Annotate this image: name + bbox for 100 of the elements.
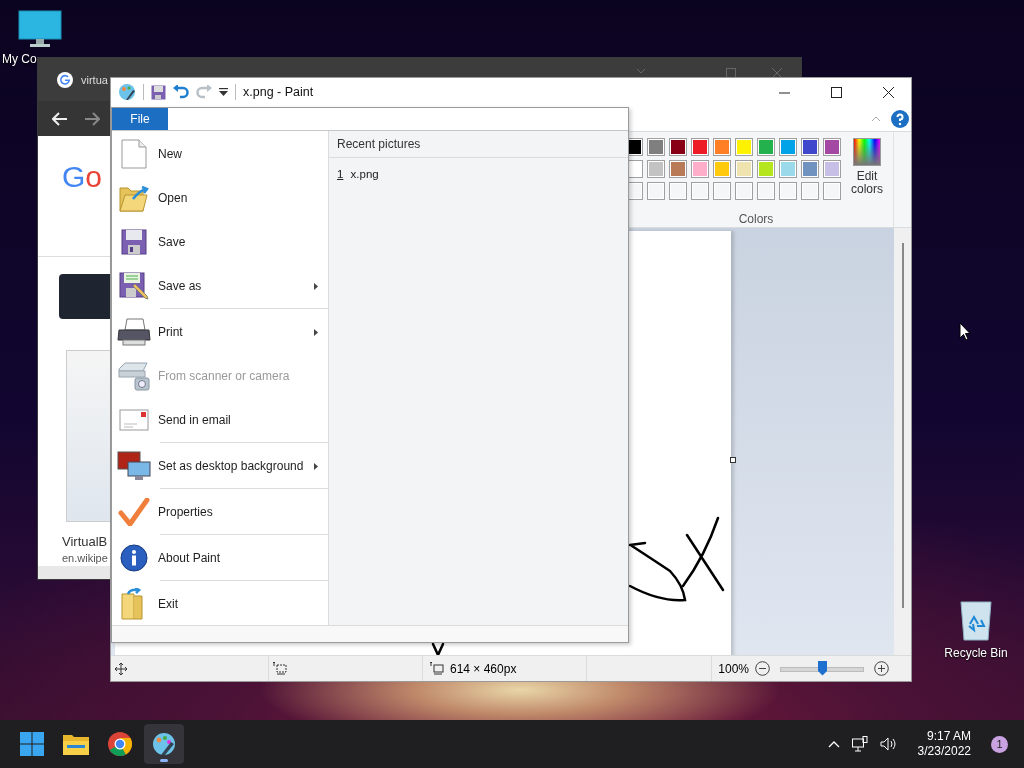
scanner-camera-icon — [117, 361, 151, 391]
mouse-cursor-icon — [959, 322, 971, 341]
resize-handle[interactable] — [730, 457, 736, 463]
menu-item[interactable]: New — [112, 132, 328, 176]
google-icon — [56, 70, 74, 89]
help-icon[interactable] — [891, 109, 909, 128]
monitor-icon[interactable] — [18, 10, 62, 48]
zoom-percentage: 100% — [718, 661, 749, 676]
menu-item-label: Send in email — [158, 413, 231, 427]
empty-color-slot[interactable] — [779, 182, 797, 200]
folder-icon — [63, 733, 89, 755]
color-swatch[interactable] — [757, 160, 775, 178]
menu-item-label: From scanner or camera — [158, 369, 290, 383]
chevron-up-icon[interactable] — [827, 740, 840, 748]
recycle-bin-icon[interactable] — [957, 598, 995, 642]
clock-time[interactable]: 9:17 AM — [926, 729, 971, 744]
undo-icon[interactable] — [173, 84, 189, 100]
zoom-in-icon[interactable] — [874, 661, 889, 676]
submenu-arrow-icon — [314, 283, 318, 290]
paint-palette-icon — [152, 732, 176, 756]
submenu-arrow-icon — [314, 329, 318, 336]
menu-item-label: New — [158, 147, 182, 161]
color-swatch[interactable] — [691, 138, 709, 156]
dropdown-arrow-icon[interactable] — [219, 88, 228, 96]
color-swatch[interactable] — [669, 160, 687, 178]
monitors-icon — [117, 451, 151, 481]
save-icon[interactable] — [151, 84, 166, 100]
color-swatch[interactable] — [735, 138, 753, 156]
image-size-icon — [430, 662, 444, 675]
menu-item[interactable]: Properties — [112, 490, 328, 534]
color-swatch[interactable] — [735, 160, 753, 178]
zoom-out-icon[interactable] — [755, 661, 770, 676]
close-icon[interactable] — [883, 86, 894, 98]
color-swatch[interactable] — [779, 160, 797, 178]
group-label: Colors — [738, 212, 774, 226]
empty-color-slot[interactable] — [691, 182, 709, 200]
result-title[interactable]: VirtualB — [62, 534, 108, 549]
forward-arrow-icon[interactable] — [84, 111, 100, 126]
menu-item[interactable]: Print — [112, 310, 328, 354]
tab-title[interactable]: virtua — [81, 73, 108, 86]
empty-color-slot[interactable] — [757, 182, 775, 200]
empty-color-slot[interactable] — [647, 182, 665, 200]
desktop-icon-label[interactable]: My Co — [2, 52, 37, 66]
empty-color-slot[interactable] — [669, 182, 687, 200]
color-swatch[interactable] — [801, 138, 819, 156]
chevron-down-icon[interactable] — [636, 68, 646, 74]
vertical-scrollbar[interactable] — [901, 243, 904, 608]
menu-item[interactable]: Save — [112, 220, 328, 264]
menu-item-label: Save as — [158, 279, 202, 293]
empty-color-slot[interactable] — [823, 182, 841, 200]
color-swatch[interactable] — [691, 160, 709, 178]
menu-item-label: Set as desktop background — [158, 459, 304, 473]
color-swatch[interactable] — [647, 160, 665, 178]
image-size: 614 × 460px — [450, 661, 517, 676]
slider-thumb[interactable] — [818, 660, 827, 676]
move-cursor-icon — [115, 662, 127, 675]
recent-file[interactable]: 1 x.png — [329, 158, 628, 190]
submenu-arrow-icon — [314, 463, 318, 470]
collapse-ribbon-icon[interactable] — [871, 115, 881, 122]
paint-palette-icon[interactable] — [118, 83, 136, 101]
menu-item[interactable]: Set as desktop background — [112, 444, 328, 488]
menu-item[interactable]: About Paint — [112, 536, 328, 580]
color-swatch[interactable] — [713, 138, 731, 156]
desktop-icon-label[interactable]: Recycle Bin — [944, 646, 1008, 660]
color-swatch[interactable] — [669, 138, 687, 156]
window-title: x.png - Paint — [243, 85, 314, 99]
edit-colors-button[interactable]: Edit colors — [847, 138, 887, 200]
color-swatch[interactable] — [801, 160, 819, 178]
color-swatch[interactable] — [713, 160, 731, 178]
menu-item[interactable]: Open — [112, 176, 328, 220]
google-logo: Go — [62, 160, 103, 194]
envelope-icon — [117, 409, 151, 431]
color-swatch[interactable] — [779, 138, 797, 156]
menu-item-label: Open — [158, 191, 188, 205]
menu-item-label: Exit — [158, 597, 178, 611]
folder-icon — [117, 183, 151, 213]
zoom-slider[interactable] — [780, 660, 864, 677]
color-swatch[interactable] — [757, 138, 775, 156]
speaker-icon[interactable] — [879, 737, 898, 751]
back-arrow-icon[interactable] — [52, 111, 68, 126]
empty-color-slot[interactable] — [801, 182, 819, 200]
taskbar-app-button[interactable] — [144, 724, 184, 764]
maximize-icon[interactable] — [831, 86, 842, 98]
floppy-disk-pencil-icon — [117, 272, 151, 300]
empty-color-slot[interactable] — [713, 182, 731, 200]
menu-item-label: Save — [158, 235, 186, 249]
menu-item[interactable]: Send in email — [112, 398, 328, 442]
empty-color-slot[interactable] — [735, 182, 753, 200]
menu-item[interactable]: Exit — [112, 582, 328, 626]
clock-date[interactable]: 3/23/2022 — [917, 744, 971, 759]
file-tab[interactable]: File — [112, 108, 168, 130]
notification-badge[interactable]: 1 — [991, 735, 1008, 753]
network-icon[interactable] — [851, 736, 868, 752]
color-swatch[interactable] — [647, 138, 665, 156]
menu-item-label: Properties — [158, 505, 213, 519]
menu-item[interactable]: Save as — [112, 264, 328, 308]
color-swatch[interactable] — [823, 138, 841, 156]
chrome-icon — [108, 732, 132, 756]
color-swatch[interactable] — [823, 160, 841, 178]
result-url: en.wikipe — [62, 552, 108, 564]
